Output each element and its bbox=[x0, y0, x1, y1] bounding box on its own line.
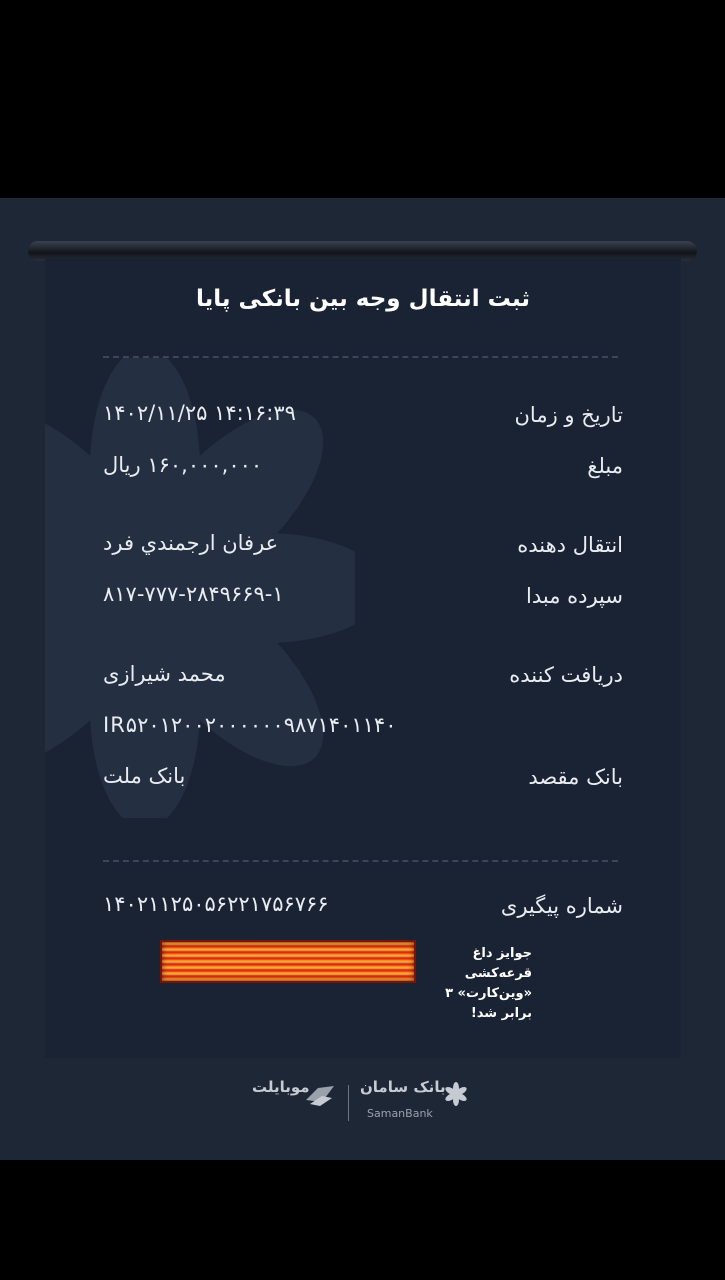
row-value-source-account: ۸۱۷-۷۷۷-۲۸۴۹۶۶۹-۱ bbox=[103, 582, 284, 606]
receipt-title: ثبت انتقال وجه بین بانکی پایا bbox=[195, 286, 531, 312]
row-value-amount: ۱۶۰,۰۰۰,۰۰۰ ریال bbox=[103, 453, 263, 477]
row-label-receiver: دریافت کننده bbox=[509, 663, 623, 687]
row-label-amount: مبلغ bbox=[587, 454, 623, 478]
divider bbox=[103, 356, 618, 358]
row-label-sender: انتقال دهنده bbox=[517, 533, 623, 557]
row-label-source-account: سپرده مبدا bbox=[526, 584, 623, 608]
saman-brand-en: SamanBank bbox=[367, 1107, 433, 1120]
footer-divider bbox=[348, 1085, 349, 1121]
mobilet-brand: موبایلت bbox=[252, 1078, 310, 1096]
receipt-paper: ثبت انتقال وجه بین بانکی پایا تاریخ و زم… bbox=[45, 258, 681, 1058]
row-value-destination-bank: بانک ملت bbox=[103, 764, 186, 788]
promo-line-1: جوایز داغ قرعه‌کشی bbox=[464, 946, 532, 981]
promo-text[interactable]: جوایز داغ قرعه‌کشی «وین‌کارت» ۳ برابر شد… bbox=[420, 944, 532, 1024]
row-value-datetime: ۱۴۰۲/۱۱/۲۵ ۱۴:۱۶:۳۹ bbox=[103, 401, 296, 425]
saman-brand: بانک سامان bbox=[360, 1078, 446, 1096]
tracking-value: ۱۴۰۲۱۱۲۵۰۵۶۲۲۱۷۵۶۷۶۶ bbox=[103, 892, 329, 916]
promo-banner[interactable] bbox=[160, 940, 416, 983]
tracking-label: شماره پیگیری bbox=[500, 894, 623, 918]
divider bbox=[103, 860, 618, 862]
promo-line-2: «وین‌کارت» ۳ برابر شد! bbox=[445, 986, 532, 1021]
receipt-torn-edge bbox=[45, 1040, 681, 1054]
row-value-iban: IR۵۲۰۱۲۰۰۲۰۰۰۰۰۰۹۸۷۱۴۰۱۱۴۰ bbox=[103, 713, 397, 737]
row-label-destination-bank: بانک مقصد bbox=[528, 765, 623, 789]
row-label-datetime: تاریخ و زمان bbox=[514, 403, 624, 427]
row-value-receiver: محمد شیرازی bbox=[103, 662, 226, 686]
saman-logo-icon bbox=[445, 1082, 467, 1106]
row-value-sender: عرفان ارجمندي فرد bbox=[103, 531, 279, 555]
